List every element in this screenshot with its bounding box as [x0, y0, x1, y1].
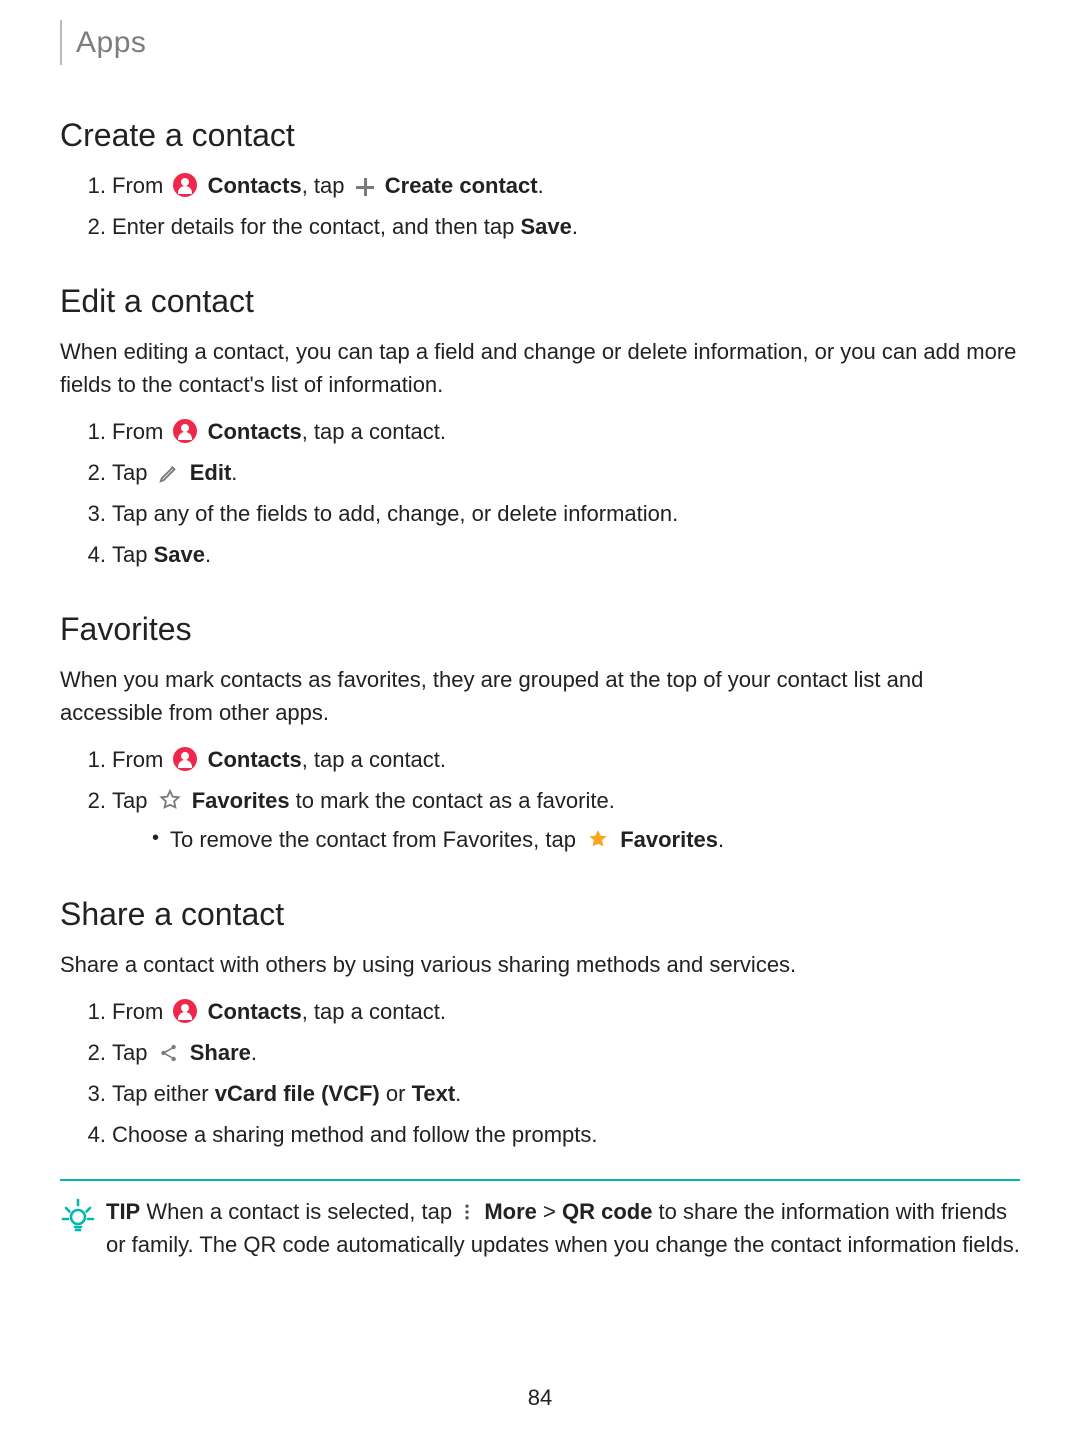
- text: .: [231, 460, 237, 485]
- fav-sublist: To remove the contact from Favorites, ta…: [152, 823, 1020, 856]
- text: , tap a contact.: [302, 999, 446, 1024]
- step-number: 1.: [72, 169, 106, 202]
- step-number: 1.: [72, 743, 106, 776]
- qr-code-label: QR code: [562, 1199, 652, 1224]
- share-step-4: 4. Choose a sharing method and follow th…: [96, 1118, 1020, 1151]
- share-intro: Share a contact with others by using var…: [60, 948, 1020, 981]
- create-step-2: 2. Enter details for the contact, and th…: [96, 210, 1020, 243]
- contacts-icon: [173, 999, 197, 1023]
- share-step-1: 1. From Contacts, tap a contact.: [96, 995, 1020, 1028]
- share-steps: 1. From Contacts, tap a contact. 2. Tap …: [96, 995, 1020, 1151]
- text-label: Text: [412, 1081, 456, 1106]
- text: .: [205, 542, 211, 567]
- more-icon: [462, 1199, 474, 1221]
- create-step-1: 1. From Contacts, tap Create contact.: [96, 169, 1020, 202]
- text: .: [455, 1081, 461, 1106]
- step-number: 4.: [72, 1118, 106, 1151]
- heading-favorites: Favorites: [60, 605, 1020, 653]
- fav-step-1: 1. From Contacts, tap a contact.: [96, 743, 1020, 776]
- breadcrumb: Apps: [60, 20, 1020, 65]
- share-icon: [158, 1040, 180, 1062]
- text: or: [380, 1081, 412, 1106]
- contacts-label: Contacts: [208, 173, 302, 198]
- step-number: 1.: [72, 995, 106, 1028]
- step-number: 1.: [72, 415, 106, 448]
- text: To remove the contact from Favorites, ta…: [170, 827, 576, 852]
- text: Tap: [112, 1040, 147, 1065]
- star-outline-icon: [158, 788, 182, 812]
- edit-step-3: 3. Tap any of the fields to add, change,…: [96, 497, 1020, 530]
- share-label: Share: [190, 1040, 251, 1065]
- text: .: [538, 173, 544, 198]
- step-number: 3.: [72, 1077, 106, 1110]
- text: Tap either: [112, 1081, 215, 1106]
- edit-steps: 1. From Contacts, tap a contact. 2. Tap …: [96, 415, 1020, 571]
- text: , tap a contact.: [302, 747, 446, 772]
- save-label: Save: [154, 542, 205, 567]
- favorites-intro: When you mark contacts as favorites, the…: [60, 663, 1020, 729]
- edit-step-1: 1. From Contacts, tap a contact.: [96, 415, 1020, 448]
- more-label: More: [484, 1199, 537, 1224]
- save-label: Save: [520, 214, 571, 239]
- contacts-icon: [173, 173, 197, 197]
- text: Choose a sharing method and follow the p…: [112, 1122, 598, 1147]
- text: Tap: [112, 542, 154, 567]
- fav-sub-item: To remove the contact from Favorites, ta…: [152, 823, 1020, 856]
- contacts-icon: [173, 747, 197, 771]
- share-step-2: 2. Tap Share.: [96, 1036, 1020, 1069]
- text: Tap any of the fields to add, change, or…: [112, 501, 678, 526]
- fav-step-2: 2. Tap Favorites to mark the contact as …: [96, 784, 1020, 856]
- favorites-steps: 1. From Contacts, tap a contact. 2. Tap …: [96, 743, 1020, 856]
- star-filled-icon: [586, 827, 610, 851]
- edit-label: Edit: [190, 460, 232, 485]
- tip-text: TIP When a contact is selected, tap More…: [106, 1195, 1020, 1261]
- favorites-label: Favorites: [192, 788, 290, 813]
- text: From: [112, 173, 163, 198]
- plus-icon: [355, 177, 375, 197]
- text: >: [537, 1199, 562, 1224]
- contacts-icon: [173, 419, 197, 443]
- favorites-label: Favorites: [620, 827, 718, 852]
- edit-step-4: 4. Tap Save.: [96, 538, 1020, 571]
- step-number: 2.: [72, 210, 106, 243]
- contacts-label: Contacts: [208, 419, 302, 444]
- vcf-label: vCard file (VCF): [215, 1081, 380, 1106]
- edit-step-2: 2. Tap Edit.: [96, 456, 1020, 489]
- tip-label: TIP: [106, 1199, 140, 1224]
- create-contact-label: Create contact: [385, 173, 538, 198]
- step-number: 3.: [72, 497, 106, 530]
- text: , tap: [302, 173, 345, 198]
- tip-callout: TIP When a contact is selected, tap More…: [60, 1179, 1020, 1261]
- contacts-label: Contacts: [208, 999, 302, 1024]
- step-number: 2.: [72, 784, 106, 817]
- text: From: [112, 419, 163, 444]
- text: to mark the contact as a favorite.: [290, 788, 615, 813]
- heading-edit-contact: Edit a contact: [60, 277, 1020, 325]
- create-steps: 1. From Contacts, tap Create contact. 2.…: [96, 169, 1020, 243]
- text: From: [112, 747, 163, 772]
- step-number: 2.: [72, 456, 106, 489]
- text: Enter details for the contact, and then …: [112, 214, 520, 239]
- share-step-3: 3. Tap either vCard file (VCF) or Text.: [96, 1077, 1020, 1110]
- text: .: [718, 827, 724, 852]
- text: Tap: [112, 460, 147, 485]
- page-number: 84: [60, 1381, 1020, 1414]
- step-number: 2.: [72, 1036, 106, 1069]
- heading-create-contact: Create a contact: [60, 111, 1020, 159]
- text: .: [251, 1040, 257, 1065]
- lightbulb-icon: [60, 1197, 96, 1233]
- text: .: [572, 214, 578, 239]
- heading-share-contact: Share a contact: [60, 890, 1020, 938]
- step-number: 4.: [72, 538, 106, 571]
- text: Tap: [112, 788, 147, 813]
- contacts-label: Contacts: [208, 747, 302, 772]
- text: When a contact is selected, tap: [140, 1199, 452, 1224]
- pencil-icon: [158, 460, 180, 482]
- text: , tap a contact.: [302, 419, 446, 444]
- edit-intro: When editing a contact, you can tap a fi…: [60, 335, 1020, 401]
- text: From: [112, 999, 163, 1024]
